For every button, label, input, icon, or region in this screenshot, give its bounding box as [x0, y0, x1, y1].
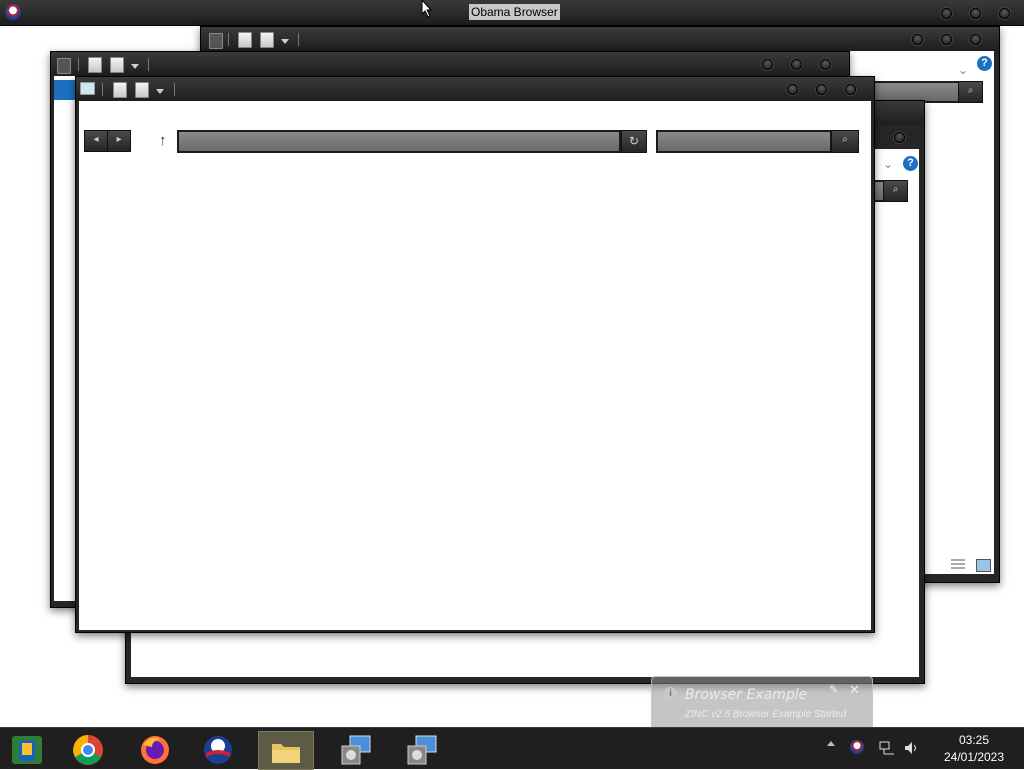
dropdown-arrow-icon[interactable]: [156, 89, 164, 94]
taskbar-app-file-explorer[interactable]: [258, 731, 314, 770]
chevron-down-icon[interactable]: ⌄: [883, 157, 893, 171]
back-button[interactable]: ◂: [84, 130, 108, 152]
volume-icon[interactable]: [903, 740, 919, 756]
toolbar-separator: [174, 83, 175, 96]
installer-icon: [407, 735, 437, 764]
toolbar-separator: [228, 33, 229, 46]
firefox-icon: [141, 735, 169, 764]
toolbar-separator: [102, 83, 103, 96]
document-edit-icon[interactable]: [238, 32, 252, 48]
obama-tray-icon[interactable]: [850, 740, 864, 754]
preview-view-icon[interactable]: [976, 559, 991, 572]
address-input[interactable]: [177, 130, 621, 153]
search-icon[interactable]: ⌕: [883, 180, 908, 202]
minimize-button[interactable]: [762, 59, 773, 70]
help-icon[interactable]: ?: [903, 156, 918, 171]
search-icon[interactable]: ⌕: [831, 130, 859, 153]
list-view-icon[interactable]: [951, 559, 965, 571]
window-titlebar[interactable]: [201, 27, 999, 51]
toolbar-separator: [298, 33, 299, 46]
monitor-icon: [209, 33, 223, 49]
close-button[interactable]: [820, 59, 831, 70]
clock-time: 03:25: [958, 733, 990, 747]
document-icon[interactable]: [135, 82, 149, 98]
mobile-app-icon: [12, 735, 42, 764]
reload-icon[interactable]: ↻: [621, 130, 647, 153]
close-button[interactable]: [894, 132, 905, 143]
notification-message: ZINC v2.5 Browser Example Started: [685, 709, 847, 720]
taskbar: 03:25 24/01/2023: [0, 727, 1024, 770]
up-arrow-icon[interactable]: ↑: [159, 132, 167, 149]
close-button[interactable]: [845, 84, 856, 95]
close-icon[interactable]: ✕: [849, 682, 860, 698]
taskbar-app-chrome[interactable]: [61, 731, 115, 768]
maximize-button[interactable]: [816, 84, 827, 95]
close-button[interactable]: [999, 8, 1010, 19]
chrome-icon: [73, 734, 103, 765]
maximize-button[interactable]: [970, 8, 981, 19]
forward-button[interactable]: ▸: [107, 130, 131, 152]
window-icon: [80, 82, 95, 95]
minimize-button[interactable]: [787, 84, 798, 95]
app-title-bar: Obama Browser: [0, 0, 1024, 26]
search-icon[interactable]: ⌕: [958, 81, 983, 103]
window-titlebar[interactable]: [76, 77, 874, 101]
taskbar-app-mobile[interactable]: [0, 731, 54, 768]
help-icon[interactable]: ?: [977, 56, 992, 71]
network-icon[interactable]: [879, 740, 895, 756]
monitor-icon: [57, 58, 71, 74]
toolbar-separator: [78, 58, 79, 71]
window-titlebar[interactable]: [51, 52, 849, 76]
taskbar-app-installer-1[interactable]: [328, 731, 382, 768]
document-icon[interactable]: [88, 57, 102, 73]
obama-logo-icon: [204, 735, 232, 764]
installer-icon: [341, 735, 371, 764]
mouse-cursor-icon: [421, 0, 433, 18]
minimize-button[interactable]: [912, 34, 923, 45]
minimize-button[interactable]: [941, 8, 952, 19]
obama-logo-icon[interactable]: [5, 4, 21, 20]
browser-window-front[interactable]: ◂ ▸ ↑ ↻ ⌕: [75, 76, 875, 633]
app-title: Obama Browser: [469, 4, 560, 20]
taskbar-app-installer-2[interactable]: [394, 731, 448, 768]
document-icon[interactable]: [110, 57, 124, 73]
document-icon[interactable]: [260, 32, 274, 48]
toolbar-separator: [148, 58, 149, 71]
search-input[interactable]: [656, 130, 832, 153]
dropdown-arrow-icon[interactable]: [281, 39, 289, 44]
system-clock[interactable]: 03:25 24/01/2023: [934, 732, 1014, 766]
info-icon: i: [664, 687, 677, 700]
notification-toast[interactable]: i Browser Example ZINC v2.5 Browser Exam…: [651, 676, 873, 730]
taskbar-app-obama-browser[interactable]: [191, 731, 245, 768]
pin-icon[interactable]: ✎: [829, 683, 838, 696]
window-content: ◂ ▸ ↑ ↻ ⌕: [79, 101, 871, 630]
maximize-button[interactable]: [941, 34, 952, 45]
close-button[interactable]: [970, 34, 981, 45]
maximize-button[interactable]: [791, 59, 802, 70]
folder-icon: [272, 743, 300, 763]
document-edit-icon[interactable]: [113, 82, 127, 98]
clock-date: 24/01/2023: [943, 750, 1005, 764]
chevron-down-icon[interactable]: ⌄: [958, 63, 968, 77]
tray-expand-icon[interactable]: [827, 741, 835, 746]
dropdown-arrow-icon[interactable]: [131, 64, 139, 69]
notification-title: Browser Example: [685, 687, 808, 703]
taskbar-app-firefox[interactable]: [128, 731, 182, 768]
selected-tab-indicator[interactable]: [54, 80, 76, 100]
